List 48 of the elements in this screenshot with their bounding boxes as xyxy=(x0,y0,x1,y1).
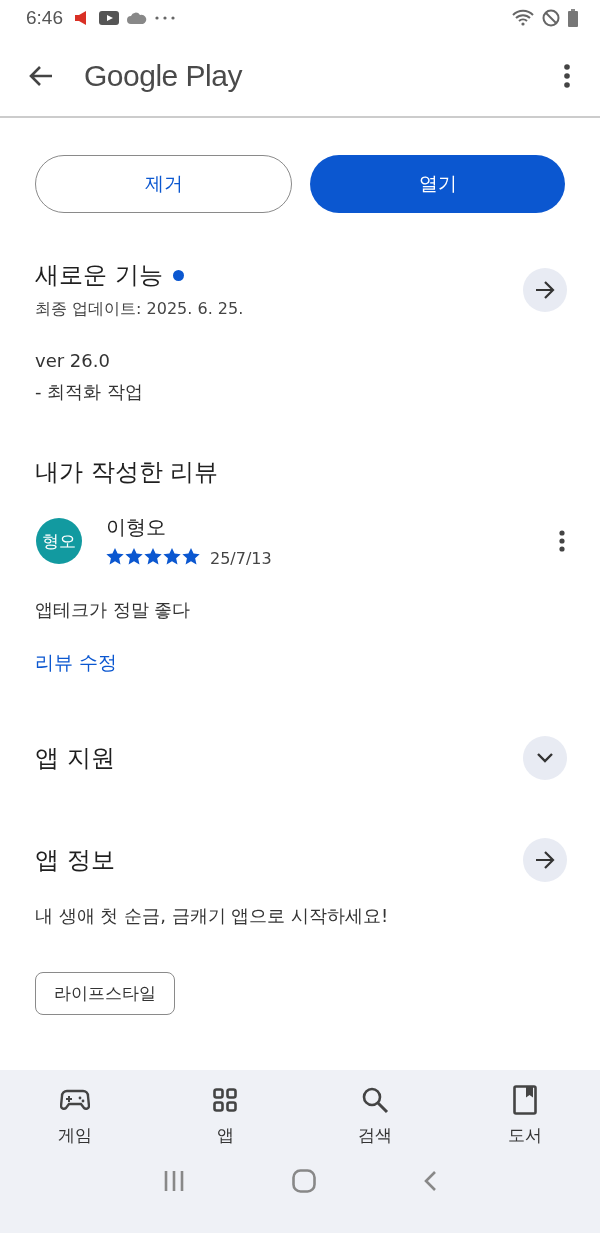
more-menu-icon[interactable] xyxy=(564,64,570,88)
nav-tab[interactable]: 앱 xyxy=(150,1084,300,1147)
back-icon[interactable] xyxy=(28,64,54,88)
update-date: 최종 업데이트: 2025. 6. 25. xyxy=(35,299,244,320)
star-icon xyxy=(182,548,200,565)
release-note: - 최적화 작업 xyxy=(35,380,143,404)
arrow-button[interactable] xyxy=(523,838,567,882)
avatar: 형오 xyxy=(36,518,82,564)
play-icon xyxy=(99,11,119,25)
more-dots-icon xyxy=(155,16,175,20)
arrow-icon xyxy=(535,851,555,869)
home-icon[interactable] xyxy=(292,1169,316,1193)
arrow-icon xyxy=(535,280,555,299)
gamepad-icon xyxy=(60,1089,90,1111)
section-title: 새로운 기능 xyxy=(35,260,163,291)
uninstall-button[interactable]: 제거 xyxy=(35,155,292,213)
cloud-icon xyxy=(127,12,147,24)
open-button[interactable]: 열기 xyxy=(310,155,565,213)
section-title: 앱 정보 xyxy=(35,845,115,876)
wifi-icon xyxy=(512,9,534,27)
reviewer-name: 이형오 xyxy=(106,514,167,541)
star-icon xyxy=(163,548,181,565)
book-icon xyxy=(513,1085,537,1115)
review-date: 25/7/13 xyxy=(210,549,272,568)
nav-tab[interactable]: 검색 xyxy=(300,1084,450,1147)
app-description: 내 생애 첫 순금, 금캐기 앱으로 시작하세요! xyxy=(35,904,389,928)
star-icon xyxy=(125,548,143,565)
more-menu-icon[interactable] xyxy=(559,530,565,552)
review-text: 앱테크가 정말 좋다 xyxy=(35,598,191,622)
category-chip[interactable]: 라이프스타일 xyxy=(35,972,175,1015)
nav-tab[interactable]: 게임 xyxy=(0,1084,150,1147)
app-title: Google Play xyxy=(84,59,242,93)
grid-icon xyxy=(213,1088,237,1112)
chevron-down-icon xyxy=(536,752,554,764)
expand-button[interactable] xyxy=(523,736,567,780)
edit-review-link[interactable]: 리뷰 수정 xyxy=(35,650,118,676)
star-icon xyxy=(144,548,162,565)
section-title: 앱 지원 xyxy=(35,743,115,774)
status-time: 6:46 xyxy=(26,7,63,29)
recents-icon[interactable] xyxy=(163,1170,186,1192)
blocked-icon xyxy=(542,9,560,27)
arrow-button[interactable] xyxy=(523,267,567,312)
section-title: 내가 작성한 리뷰 xyxy=(35,457,219,488)
nav-tab[interactable]: 도서 xyxy=(450,1084,600,1147)
search-icon xyxy=(361,1086,389,1114)
release-note: ver 26.0 xyxy=(35,350,110,371)
star-icon xyxy=(106,548,124,565)
battery-icon xyxy=(568,9,578,27)
